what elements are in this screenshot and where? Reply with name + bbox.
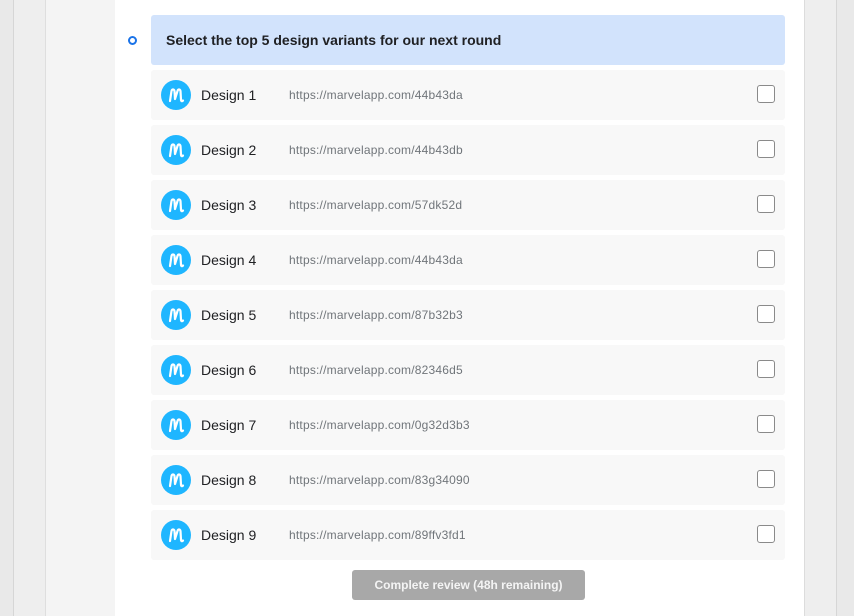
design-url-link[interactable]: https://marvelapp.com/89ffv3fd1	[289, 510, 466, 560]
design-row: Design 1 https://marvelapp.com/44b43da	[151, 70, 785, 120]
design-url-link[interactable]: https://marvelapp.com/82346d5	[289, 345, 463, 395]
design-name: Design 7	[201, 417, 257, 433]
design-checkbox[interactable]	[757, 250, 775, 268]
design-row: Design 3 https://marvelapp.com/57dk52d	[151, 180, 785, 230]
design-url-link[interactable]: https://marvelapp.com/83g34090	[289, 455, 470, 505]
design-row: Design 7 https://marvelapp.com/0g32d3b3	[151, 400, 785, 450]
marvel-logo-icon	[161, 465, 191, 495]
design-name: Design 8	[201, 472, 257, 488]
design-row: Design 5 https://marvelapp.com/87b32b3	[151, 290, 785, 340]
left-gutter	[45, 0, 116, 616]
design-name: Design 6	[201, 362, 257, 378]
design-url-link[interactable]: https://marvelapp.com/57dk52d	[289, 180, 462, 230]
marvel-logo-icon	[161, 135, 191, 165]
design-url-link[interactable]: https://marvelapp.com/44b43da	[289, 70, 463, 120]
design-name: Design 4	[201, 252, 257, 268]
marvel-logo-icon	[161, 245, 191, 275]
question-header: Select the top 5 design variants for our…	[151, 15, 785, 65]
design-url-link[interactable]: https://marvelapp.com/0g32d3b3	[289, 400, 470, 450]
design-name: Design 5	[201, 307, 257, 323]
marvel-logo-icon	[161, 355, 191, 385]
marvel-logo-icon	[161, 80, 191, 110]
design-url-link[interactable]: https://marvelapp.com/44b43da	[289, 235, 463, 285]
marvel-logo-icon	[161, 190, 191, 220]
marvel-logo-icon	[161, 410, 191, 440]
design-checkbox[interactable]	[757, 305, 775, 323]
design-url-link[interactable]: https://marvelapp.com/87b32b3	[289, 290, 463, 340]
question-title: Select the top 5 design variants for our…	[166, 32, 502, 48]
design-row: Design 9 https://marvelapp.com/89ffv3fd1	[151, 510, 785, 560]
design-row: Design 2 https://marvelapp.com/44b43db	[151, 125, 785, 175]
design-name: Design 2	[201, 142, 257, 158]
design-checkbox[interactable]	[757, 470, 775, 488]
design-checkbox[interactable]	[757, 415, 775, 433]
design-checkbox[interactable]	[757, 195, 775, 213]
design-checkbox[interactable]	[757, 85, 775, 103]
design-row: Design 8 https://marvelapp.com/83g34090	[151, 455, 785, 505]
design-name: Design 3	[201, 197, 257, 213]
marvel-logo-icon	[161, 300, 191, 330]
design-name: Design 1	[201, 87, 257, 103]
design-row: Design 4 https://marvelapp.com/44b43da	[151, 235, 785, 285]
complete-review-button[interactable]: Complete review (48h remaining)	[352, 570, 585, 600]
design-url-link[interactable]: https://marvelapp.com/44b43db	[289, 125, 463, 175]
design-name: Design 9	[201, 527, 257, 543]
question-bullet-icon	[128, 36, 137, 45]
marvel-logo-icon	[161, 520, 191, 550]
design-checkbox[interactable]	[757, 525, 775, 543]
design-checkbox[interactable]	[757, 140, 775, 158]
design-row: Design 6 https://marvelapp.com/82346d5	[151, 345, 785, 395]
design-list: Design 1 https://marvelapp.com/44b43da D…	[151, 70, 785, 565]
design-checkbox[interactable]	[757, 360, 775, 378]
